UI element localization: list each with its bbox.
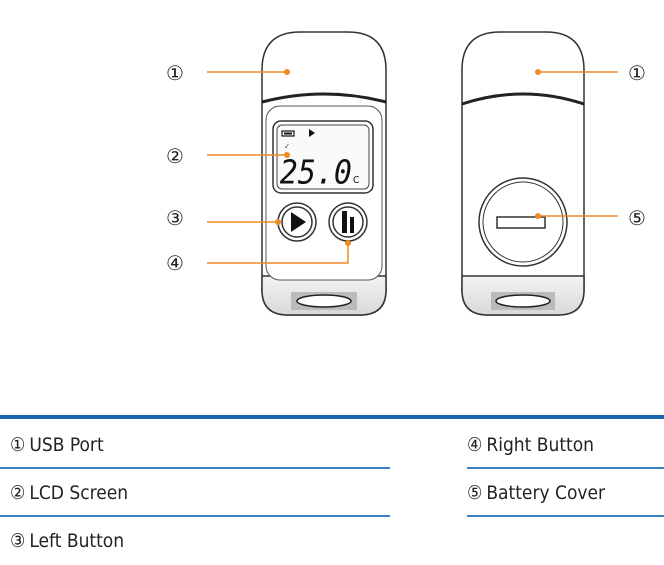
legend-label: USB Port [29,434,104,456]
battery-cover [478,177,568,267]
legend-item-battery-cover: ⑤ Battery Cover [467,469,664,517]
lcd-unit: C [353,175,359,186]
callout-4: ④ [166,251,184,275]
check-icon: ✓ [284,142,290,151]
front-device: ✓ 25.0 C [261,31,387,316]
legend-num: ⑤ [467,482,483,504]
back-device [461,31,585,316]
legend-label: Left Button [29,530,125,552]
legend-num: ③ [10,530,26,552]
legend-item-lcd-screen: ② LCD Screen [0,469,390,517]
legend-item-left-button: ③ Left Button [10,517,390,565]
legend-label: LCD Screen [29,482,129,504]
legend-num: ① [10,434,26,456]
callout-2: ② [166,144,184,168]
legend-num: ④ [467,434,483,456]
legend-item-right-button: ④ Right Button [467,421,664,469]
callout-1-front: ① [166,61,184,85]
legend-label: Battery Cover [486,482,606,504]
callout-5: ⑤ [628,206,646,230]
legend-top-rule [0,415,664,419]
lcd-reading: 25.0 [280,154,352,192]
legend-label: Right Button [486,434,595,456]
left-button [277,202,317,242]
callout-3: ③ [166,206,184,230]
legend-item-usb-port: ① USB Port [0,421,390,469]
callout-1-back: ① [628,61,646,85]
pause-icon [342,211,347,233]
lanyard-hole [296,294,352,308]
device-diagram: ✓ 25.0 C ① ② ③ ④ ① ⑤ [166,31,646,316]
right-button [328,202,368,242]
legend-num: ② [10,482,26,504]
